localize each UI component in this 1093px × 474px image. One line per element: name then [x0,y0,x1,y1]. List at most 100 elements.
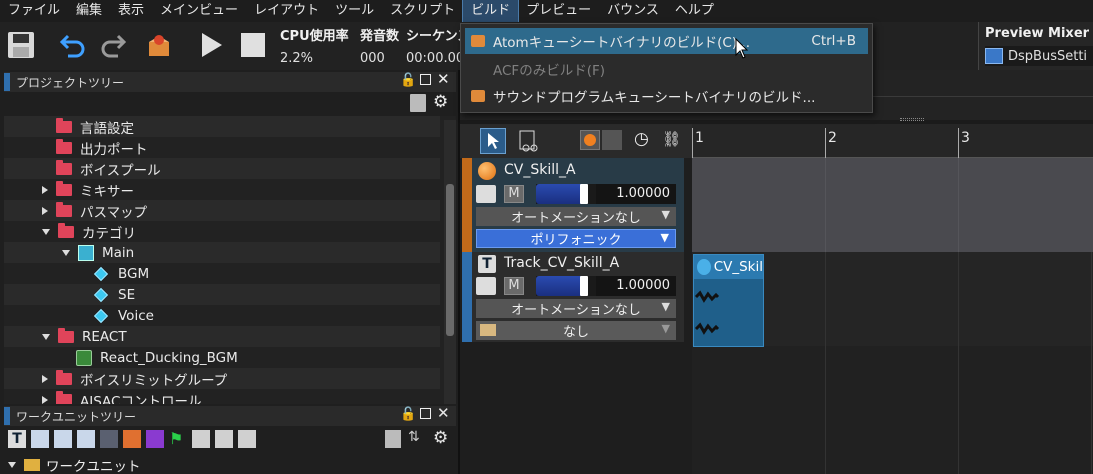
menu-item-4[interactable]: レイアウト [246,0,327,22]
menu-item-0[interactable]: ファイル [0,0,68,22]
menu-item-9[interactable]: バウンス [599,0,667,22]
sequence-icon[interactable] [54,430,72,448]
playback-mode-select[interactable]: なし ▼ [476,321,676,340]
menu-item-10[interactable]: ヘルプ [667,0,722,22]
expand-arrow-icon[interactable] [42,395,48,404]
volume-value[interactable]: 1.00000 [596,184,676,204]
category-tool-icon[interactable] [100,430,118,448]
clapper-alt-icon[interactable] [238,430,256,448]
menu-item-build-sound-program[interactable]: サウンドプログラムキューシートバイナリのビルド... [465,83,868,109]
tree-item[interactable]: 言語設定 [4,116,440,137]
settings-gear-icon[interactable]: ⚙ [433,428,448,448]
tree-item[interactable]: Main [4,242,440,263]
expand-arrow-icon[interactable] [8,462,16,468]
flag-icon[interactable]: ⚑ [169,430,187,448]
envelope-icon[interactable] [476,277,496,295]
output-mode-icon[interactable] [602,130,622,150]
scrollbar-thumb[interactable] [446,184,454,336]
sequence-time-value: 00:00.00 [406,51,465,66]
menu-item-1[interactable]: 編集 [68,0,110,22]
tree-item[interactable]: パスマップ [4,200,440,221]
tree-item[interactable]: AISACコントロール [4,389,440,404]
redo-icon[interactable] [96,28,130,62]
dsp-bus-setting-select[interactable]: DspBusSetti [985,46,1093,66]
expand-arrow-icon[interactable] [42,206,48,215]
mute-button[interactable]: M [504,185,524,203]
tree-item[interactable]: 出力ポート [4,137,440,158]
tree-item[interactable]: ミキサー [4,179,440,200]
volume-handle[interactable] [580,184,588,204]
menu-item-6[interactable]: スクリプト [382,0,463,22]
tree-item-label: Voice [118,307,154,324]
play-icon[interactable] [194,28,228,62]
splitter-grip[interactable] [900,118,924,121]
tree-item[interactable]: BGM [4,263,440,284]
tree-item[interactable]: React_Ducking_BGM [4,347,440,368]
work-unit-root[interactable]: ワークユニット [8,456,141,474]
build-icon [471,90,485,102]
close-icon[interactable]: ✕ [437,404,450,422]
menu-item-3[interactable]: メインビュー [152,0,246,22]
tree-item[interactable]: カテゴリ [4,221,440,242]
cue-sheet-icon[interactable] [31,430,49,448]
maximize-icon[interactable] [420,74,431,85]
track-header-track[interactable]: T Track_CV_Skill_A M 1.00000 オートメーションなし … [472,252,684,342]
link-icon[interactable]: ⛓ [662,130,681,148]
robot-icon[interactable] [192,430,210,448]
folder-icon [56,159,72,175]
tree-item[interactable]: Voice [4,305,440,326]
aisac-icon[interactable] [123,430,141,448]
tree-item[interactable]: ボイスプール [4,158,440,179]
track-header-cue[interactable]: CV_Skill_A M 1.00000 オートメーションなし ▼ ポリフォニッ… [472,158,684,252]
settings-gear-icon[interactable]: ⚙ [433,92,448,112]
stop-icon[interactable] [236,28,270,62]
save-icon[interactable] [4,28,38,62]
menu-item-7[interactable]: ビルド [462,0,520,23]
collapse-arrow-icon[interactable] [42,228,50,235]
text-item-icon[interactable]: T [8,430,26,448]
menu-item-2[interactable]: 表示 [110,0,152,22]
menu-item-build-atom-cuesheet[interactable]: Atomキューシートバイナリのビルド(C)... Ctrl+B [465,28,868,54]
volume-value[interactable]: 1.00000 [596,276,676,296]
bus-icon[interactable] [146,430,164,448]
menu-item-8[interactable]: プレビュー [518,0,599,22]
select-tool-icon[interactable] [480,128,506,154]
tree-item[interactable]: SE [4,284,440,305]
tree-item[interactable]: ボイスリミットグループ [4,368,440,389]
volume-handle[interactable] [580,276,588,296]
envelope-icon[interactable] [476,185,496,203]
automation-select[interactable]: オートメーションなし ▼ [476,207,676,226]
cue-lane[interactable] [692,158,1093,252]
voice-count-label: 発音数 [360,29,400,44]
trash-icon[interactable] [410,94,426,112]
tree-item-label: 出力ポート [80,141,148,158]
waveform-clip[interactable]: CV_Skil [693,254,764,347]
mute-button[interactable]: M [504,277,524,295]
menu-item-5[interactable]: ツール [327,0,382,22]
record-mode-icon[interactable] [580,130,600,150]
timeline-area[interactable]: CV_Skil [692,158,1093,474]
trash-icon[interactable] [385,430,401,448]
clapper-icon[interactable] [215,430,233,448]
clock-icon[interactable]: ◷ [634,129,649,149]
sort-icon[interactable]: ⇅ [408,429,420,445]
expand-arrow-icon[interactable] [42,185,48,194]
volume-slider[interactable] [536,276,596,296]
tree-item[interactable]: REACT [4,326,440,347]
build-package-icon[interactable] [142,28,176,62]
collapse-arrow-icon[interactable] [62,249,70,256]
pin-icon[interactable]: 🔓 [400,407,416,422]
scissors-tool-icon[interactable] [516,128,542,154]
track-icon[interactable] [77,430,95,448]
expand-arrow-icon[interactable] [42,374,48,383]
playback-mode-select[interactable]: ポリフォニック ▼ [476,229,676,248]
collapse-arrow-icon[interactable] [42,333,50,340]
maximize-icon[interactable] [420,408,431,419]
timeline-ruler[interactable] [692,124,1093,158]
automation-select[interactable]: オートメーションなし ▼ [476,299,676,318]
undo-icon[interactable] [56,28,90,62]
pin-icon[interactable]: 🔓 [400,73,416,88]
volume-slider[interactable] [536,184,596,204]
project-tree-scrollbar[interactable] [444,120,456,404]
close-icon[interactable]: ✕ [437,70,450,88]
